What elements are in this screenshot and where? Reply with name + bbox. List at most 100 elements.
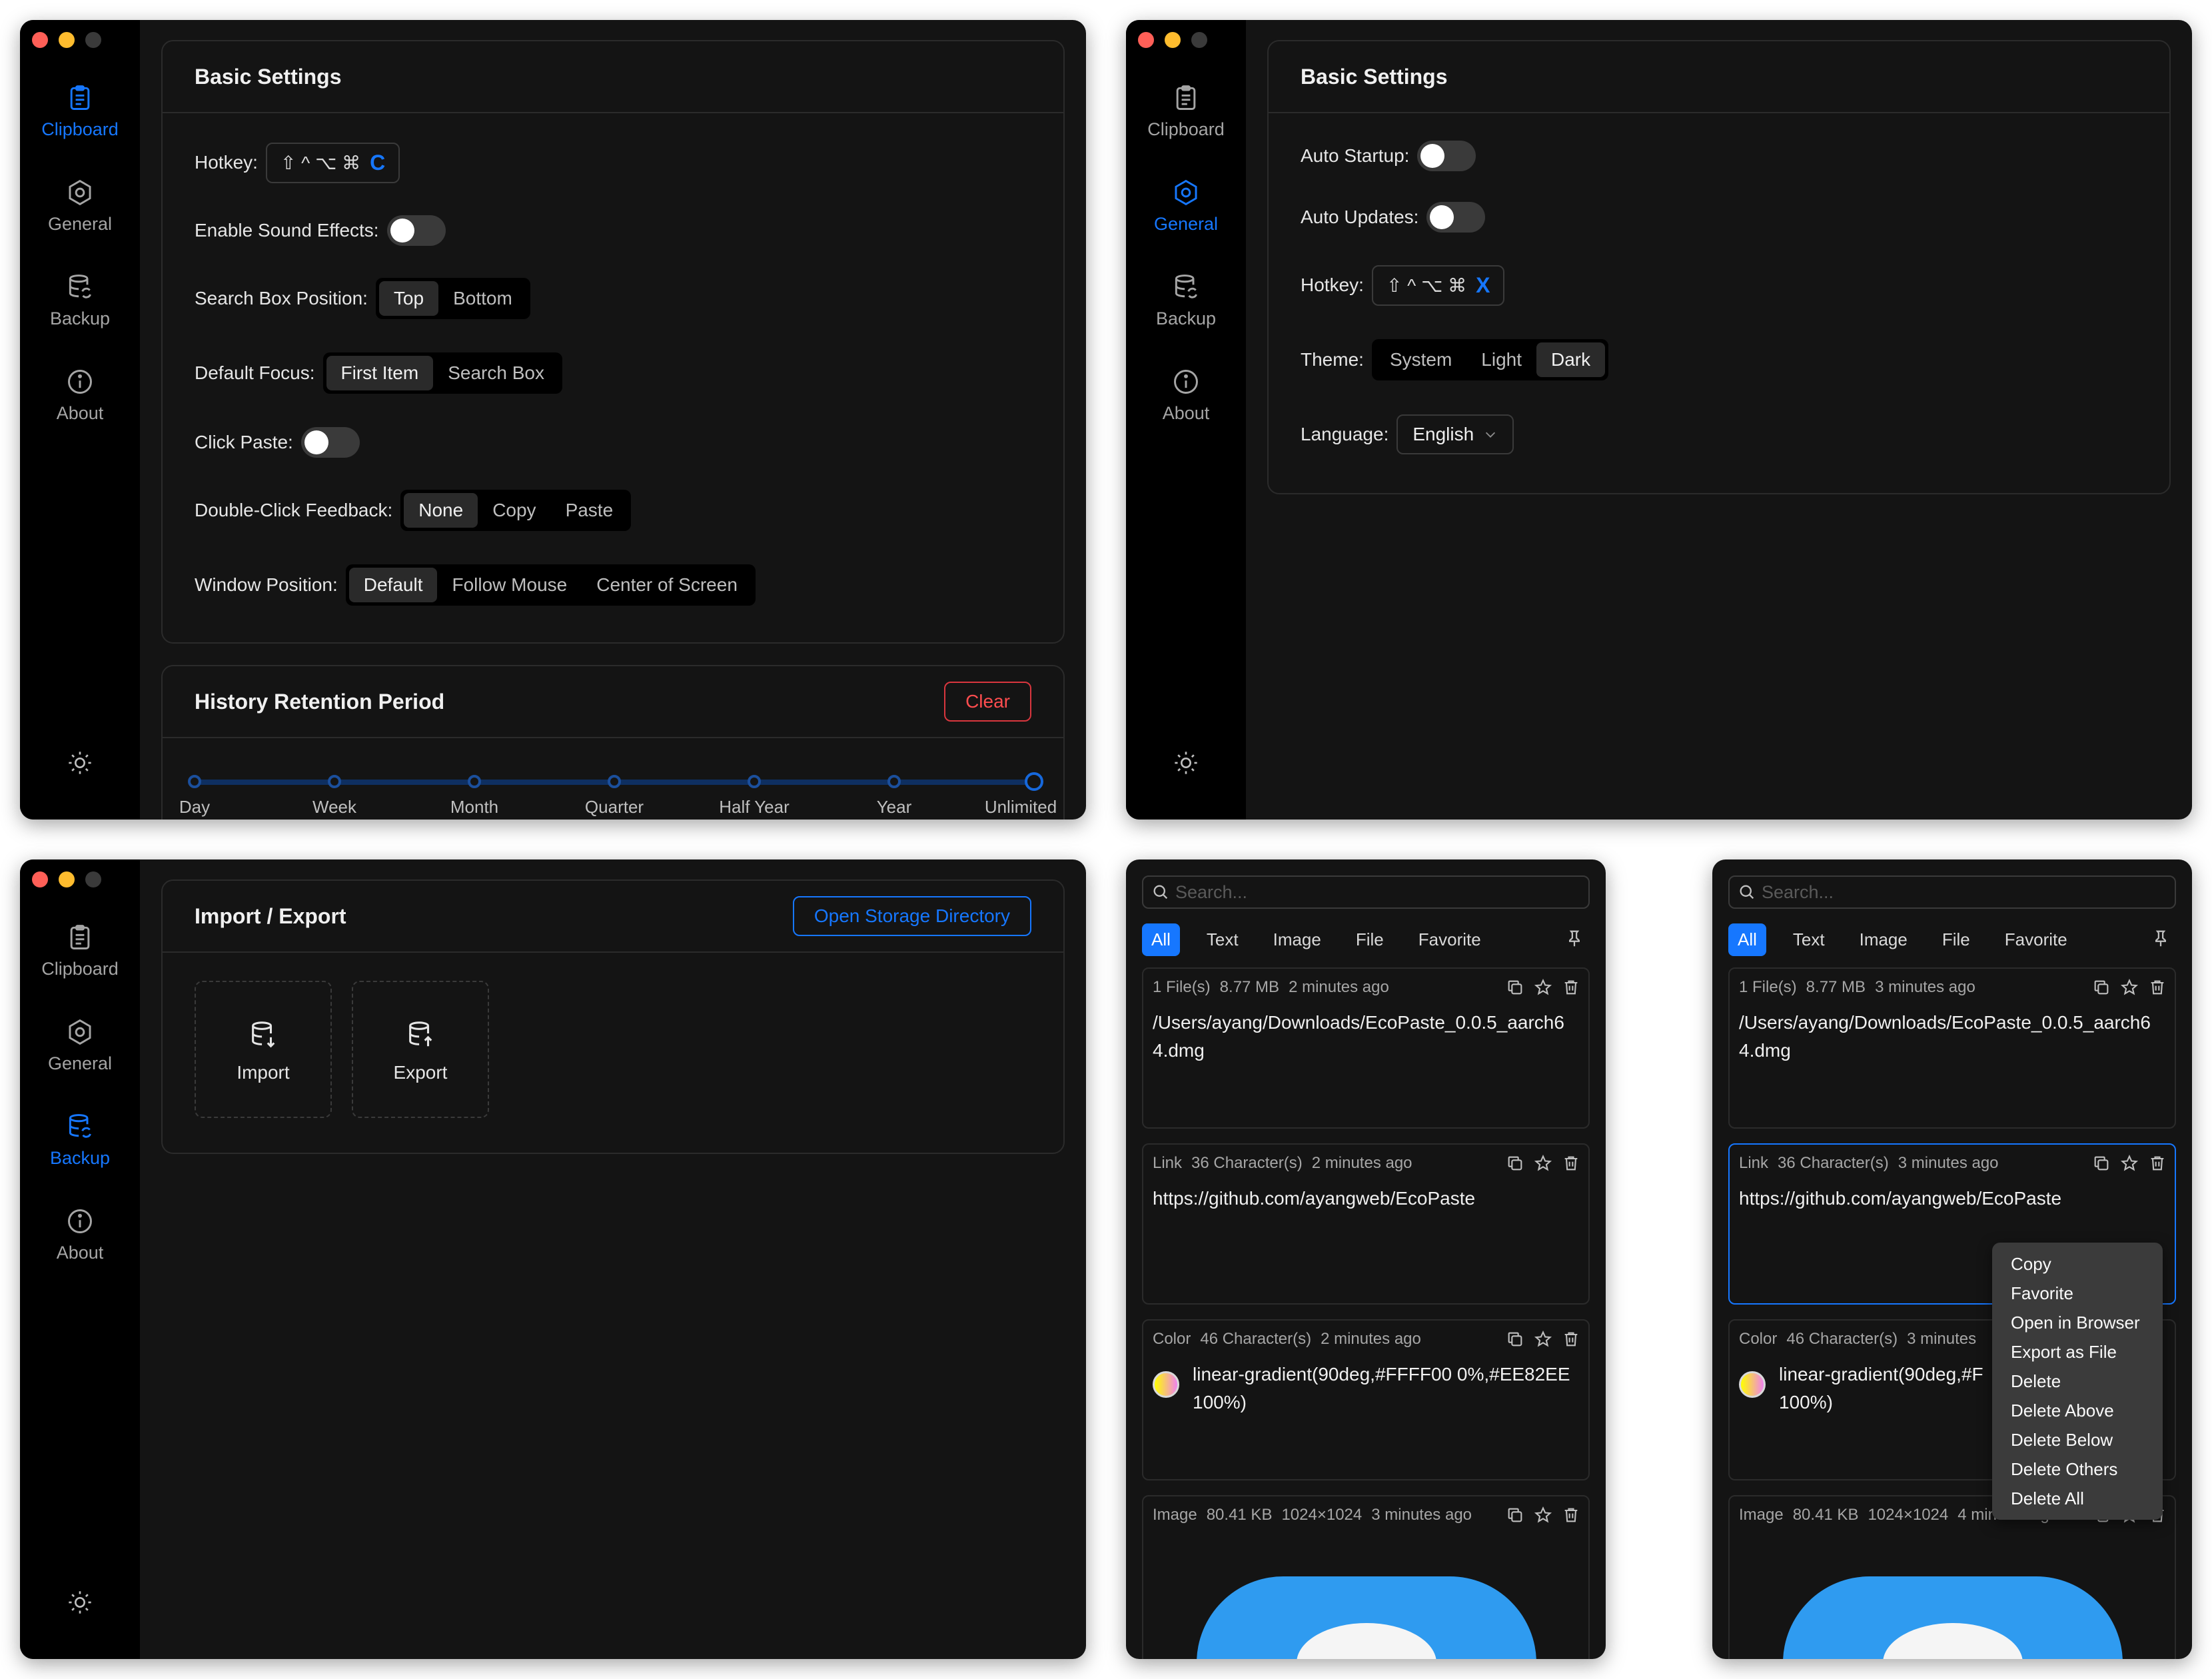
minimize-window-button[interactable]: [1165, 32, 1181, 48]
list-item[interactable]: Link 36 Character(s) 2 minutes ago https:/…: [1142, 1143, 1590, 1305]
slider-dot[interactable]: [748, 775, 761, 788]
trash-icon[interactable]: [1562, 978, 1580, 997]
hotkey-input[interactable]: ⇧ ^ ⌥ ⌘ X: [1371, 265, 1505, 306]
tab-favorite[interactable]: Favorite: [1409, 923, 1490, 956]
nav-about[interactable]: About: [1126, 367, 1246, 447]
minimize-window-button[interactable]: [59, 871, 75, 887]
close-window-button[interactable]: [32, 32, 48, 48]
nav-clipboard[interactable]: Clipboard: [1126, 83, 1246, 163]
tab-file[interactable]: File: [1347, 923, 1393, 956]
close-window-button[interactable]: [1138, 32, 1154, 48]
zoom-window-button[interactable]: [1191, 32, 1207, 48]
segment-copy[interactable]: Copy: [478, 493, 550, 528]
language-select[interactable]: English: [1396, 414, 1514, 454]
menu-item-export-as-file[interactable]: Export as File: [1992, 1337, 2163, 1367]
export-button[interactable]: Export: [352, 981, 489, 1118]
list-item[interactable]: 1 File(s) 8.77 MB 2 minutes ago /Users/aya…: [1142, 967, 1590, 1129]
star-icon[interactable]: [2120, 1154, 2139, 1173]
menu-item-copy[interactable]: Copy: [1992, 1249, 2163, 1279]
slider-handle[interactable]: [1025, 772, 1043, 791]
tab-text[interactable]: Text: [1197, 923, 1248, 956]
tab-text[interactable]: Text: [1784, 923, 1834, 956]
menu-item-delete[interactable]: Delete: [1992, 1367, 2163, 1396]
nav-general[interactable]: General: [20, 178, 140, 258]
list-item[interactable]: Image 80.41 KB 1024×1024 3 minutes ago: [1142, 1495, 1590, 1659]
pin-button[interactable]: [2151, 929, 2171, 952]
segment-default[interactable]: Default: [348, 568, 438, 602]
copy-icon[interactable]: [1506, 1154, 1524, 1173]
clear-button[interactable]: Clear: [944, 682, 1031, 722]
zoom-window-button[interactable]: [85, 871, 101, 887]
trash-icon[interactable]: [2148, 978, 2167, 997]
minimize-window-button[interactable]: [59, 32, 75, 48]
auto-updates-toggle[interactable]: [1426, 202, 1486, 233]
copy-icon[interactable]: [1506, 1506, 1524, 1524]
star-icon[interactable]: [2120, 978, 2139, 997]
tab-image[interactable]: Image: [1850, 923, 1917, 956]
slider-dot[interactable]: [328, 775, 341, 788]
trash-icon[interactable]: [1562, 1154, 1580, 1173]
segment-follow-mouse[interactable]: Follow Mouse: [437, 568, 582, 602]
copy-icon[interactable]: [2092, 1154, 2111, 1173]
menu-item-delete-above[interactable]: Delete Above: [1992, 1396, 2163, 1425]
zoom-window-button[interactable]: [85, 32, 101, 48]
theme-toggle-button[interactable]: [67, 750, 93, 780]
hotkey-input[interactable]: ⇧ ^ ⌥ ⌘ C: [265, 142, 400, 183]
menu-item-delete-below[interactable]: Delete Below: [1992, 1425, 2163, 1454]
search-box[interactable]: Search...: [1142, 875, 1590, 909]
menu-item-favorite[interactable]: Favorite: [1992, 1279, 2163, 1308]
tab-all[interactable]: All: [1728, 923, 1766, 956]
segment-light[interactable]: Light: [1466, 342, 1536, 377]
segment-top[interactable]: Top: [378, 281, 439, 316]
sound-toggle[interactable]: [386, 215, 446, 246]
theme-toggle-button[interactable]: [1173, 750, 1199, 780]
segment-bottom[interactable]: Bottom: [438, 281, 527, 316]
star-icon[interactable]: [1534, 978, 1552, 997]
nav-backup[interactable]: Backup: [20, 273, 140, 352]
segment-system[interactable]: System: [1375, 342, 1466, 377]
nav-clipboard[interactable]: Clipboard: [20, 83, 140, 163]
trash-icon[interactable]: [1562, 1330, 1580, 1349]
trash-icon[interactable]: [2148, 1154, 2167, 1173]
nav-clipboard[interactable]: Clipboard: [20, 923, 140, 1003]
copy-icon[interactable]: [1506, 978, 1524, 997]
menu-item-delete-others[interactable]: Delete Others: [1992, 1454, 2163, 1484]
tab-file[interactable]: File: [1933, 923, 1979, 956]
nav-about[interactable]: About: [20, 367, 140, 447]
slider-dot[interactable]: [608, 775, 621, 788]
menu-item-open-in-browser[interactable]: Open in Browser: [1992, 1308, 2163, 1337]
auto-startup-toggle[interactable]: [1417, 141, 1476, 171]
segment-center-of-screen[interactable]: Center of Screen: [582, 568, 752, 602]
star-icon[interactable]: [1534, 1330, 1552, 1349]
slider-dot[interactable]: [468, 775, 481, 788]
list-item[interactable]: Color 46 Character(s) 2 minutes ago linear…: [1142, 1319, 1590, 1480]
slider-dot[interactable]: [887, 775, 901, 788]
segment-search-box[interactable]: Search Box: [433, 356, 559, 390]
slider-dot[interactable]: [188, 775, 201, 788]
star-icon[interactable]: [1534, 1154, 1552, 1173]
pin-button[interactable]: [1564, 929, 1584, 952]
nav-general[interactable]: General: [20, 1017, 140, 1097]
nav-general[interactable]: General: [1126, 178, 1246, 258]
segment-first-item[interactable]: First Item: [326, 356, 434, 390]
tab-favorite[interactable]: Favorite: [1995, 923, 2077, 956]
menu-item-delete-all[interactable]: Delete All: [1992, 1484, 2163, 1513]
close-window-button[interactable]: [32, 871, 48, 887]
copy-icon[interactable]: [1506, 1330, 1524, 1349]
segment-paste[interactable]: Paste: [551, 493, 628, 528]
tab-all[interactable]: All: [1142, 923, 1180, 956]
click-paste-toggle[interactable]: [300, 427, 360, 458]
theme-toggle-button[interactable]: [67, 1589, 93, 1619]
import-button[interactable]: Import: [195, 981, 332, 1118]
segment-none[interactable]: None: [404, 493, 478, 528]
segment-dark[interactable]: Dark: [1536, 342, 1606, 377]
nav-about[interactable]: About: [20, 1207, 140, 1287]
open-storage-directory-button[interactable]: Open Storage Directory: [792, 896, 1031, 936]
list-item[interactable]: 1 File(s) 8.77 MB 3 minutes ago /Users/aya…: [1728, 967, 2176, 1129]
nav-backup[interactable]: Backup: [20, 1112, 140, 1192]
star-icon[interactable]: [1534, 1506, 1552, 1524]
search-box[interactable]: Search...: [1728, 875, 2176, 909]
nav-backup[interactable]: Backup: [1126, 273, 1246, 352]
copy-icon[interactable]: [2092, 978, 2111, 997]
tab-image[interactable]: Image: [1264, 923, 1331, 956]
